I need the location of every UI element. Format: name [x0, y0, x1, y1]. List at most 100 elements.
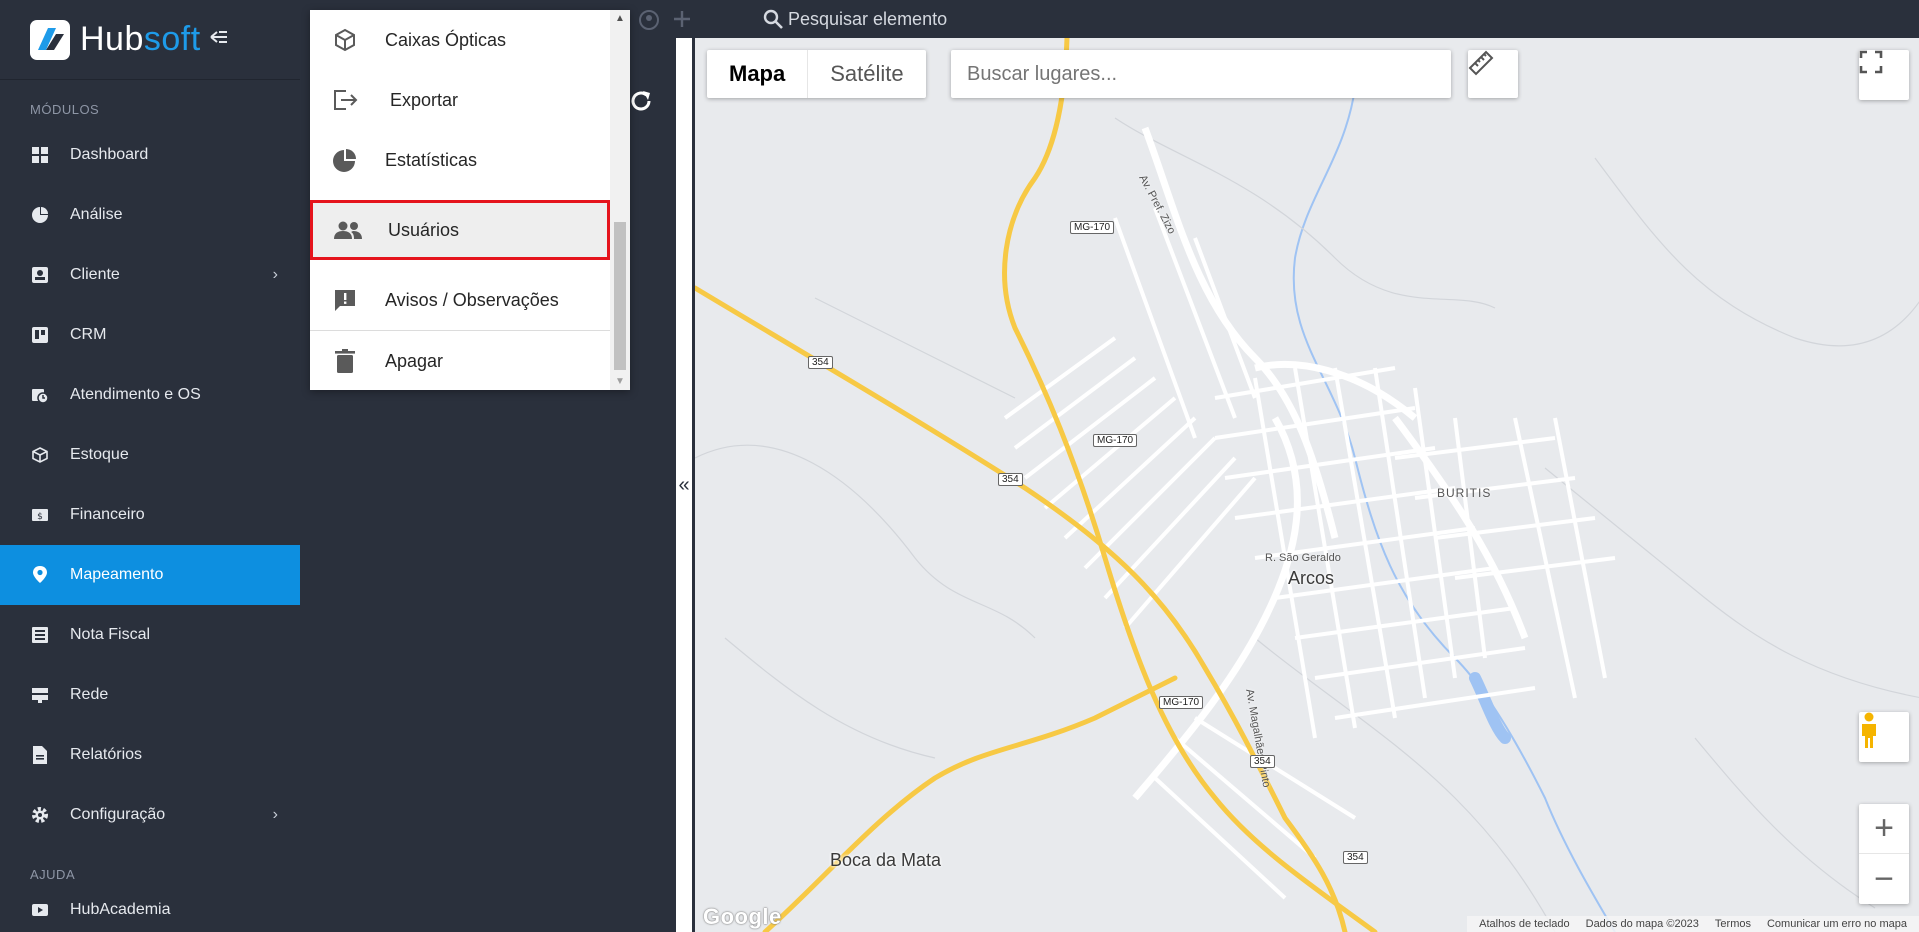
menu-item-avisos[interactable]: Avisos / Observações — [310, 270, 610, 330]
map-label-district: BURITIS — [1437, 486, 1492, 500]
brand-header: Hubsoft — [0, 0, 300, 80]
scroll-down-arrow-icon[interactable]: ▼ — [615, 376, 625, 387]
sidebar-item-label: Análise — [70, 206, 123, 223]
zoom-out-button[interactable]: − — [1859, 854, 1909, 904]
map-type-map-button[interactable]: Mapa — [707, 50, 809, 98]
scrollbar-thumb[interactable] — [614, 222, 626, 370]
google-logo[interactable]: Google — [703, 904, 782, 930]
menu-item-label: Apagar — [385, 350, 444, 371]
sidebar-item-label: Dashboard — [70, 146, 149, 163]
hubsoft-logo[interactable] — [30, 19, 70, 60]
money-bill-icon: $ — [30, 505, 50, 525]
help-section-label: AJUDA — [30, 867, 76, 882]
zoom-in-button[interactable]: + — [1859, 804, 1909, 854]
sidebar-item-mapeamento[interactable]: Mapeamento — [0, 545, 300, 605]
sidebar-item-label: Cliente — [70, 266, 120, 283]
trash-icon — [330, 346, 360, 376]
road-shield: MG-170 — [1159, 696, 1204, 709]
fullscreen-button[interactable] — [1859, 50, 1909, 100]
element-search[interactable]: Pesquisar elemento — [762, 0, 947, 38]
sidebar-item-label: Mapeamento — [70, 566, 164, 583]
brand-name-part1: Hub — [80, 20, 144, 58]
sidebar-item-label: Relatórios — [70, 746, 143, 763]
map-marker-outline-icon[interactable] — [638, 9, 660, 37]
cube-outline-icon — [330, 25, 360, 55]
svg-text:$: $ — [37, 512, 43, 522]
map-street-label: R. São Geraldo — [1265, 552, 1341, 564]
keyboard-shortcuts-link[interactable]: Atalhos de teclado — [1479, 918, 1570, 930]
users-icon — [333, 215, 363, 245]
menu-item-apagar[interactable]: Apagar — [310, 331, 610, 390]
sidebar-item-label: Rede — [70, 686, 109, 703]
sidebar-item-crm[interactable]: CRM — [0, 305, 300, 365]
menu-item-label: Avisos / Observações — [385, 289, 559, 310]
pie-chart-icon — [330, 145, 360, 175]
chevron-right-icon: › — [272, 266, 278, 283]
street-view-pegman-button[interactable] — [1859, 712, 1909, 762]
map-type-satellite-button[interactable]: Satélite — [808, 50, 925, 98]
sidebar-item-label: Financeiro — [70, 506, 145, 523]
menu-scrollbar[interactable]: ▲ ▼ — [610, 10, 630, 390]
measure-distance-button[interactable] — [1468, 50, 1518, 98]
sidebar-item-label: Configuração — [70, 806, 166, 823]
road-shield: 354 — [1250, 755, 1275, 768]
pie-chart-icon — [30, 205, 50, 225]
sidebar-item-label: Estoque — [70, 446, 129, 463]
dashboard-icon — [30, 145, 50, 165]
sidebar-item-atendimento[interactable]: Atendimento e OS — [0, 365, 300, 425]
report-error-link[interactable]: Comunicar um erro no mapa — [1767, 918, 1907, 930]
sidebar-item-estoque[interactable]: Estoque — [0, 425, 300, 485]
scroll-up-arrow-icon[interactable]: ▲ — [615, 13, 625, 24]
sidebar-item-rede[interactable]: Rede — [0, 665, 300, 725]
video-icon — [30, 900, 50, 920]
element-search-placeholder: Pesquisar elemento — [788, 8, 948, 29]
sidebar-item-dashboard[interactable]: Dashboard — [0, 125, 300, 185]
menu-item-caixas-opticas[interactable]: Caixas Ópticas — [310, 10, 610, 70]
menu-item-label: Exportar — [385, 89, 459, 110]
brand-name-part2: soft — [143, 20, 201, 58]
menu-item-estatisticas[interactable]: Estatísticas — [310, 130, 610, 190]
sidebar-item-financeiro[interactable]: $ Financeiro — [0, 485, 300, 545]
sidebar-item-analise[interactable]: Análise — [0, 185, 300, 245]
calendar-clock-icon — [30, 385, 50, 405]
search-icon — [763, 9, 783, 29]
map-type-control: Mapa Satélite — [707, 50, 926, 98]
trello-board-icon — [30, 325, 50, 345]
export-icon — [330, 85, 360, 115]
collapse-panel-toggle[interactable]: « — [676, 38, 692, 932]
modules-section-label: MÓDULOS — [30, 102, 100, 117]
server-icon — [30, 685, 50, 705]
sidebar-item-hubacademia[interactable]: HubAcademia — [0, 890, 300, 930]
options-dropdown-menu: Caixas Ópticas Exportar Estatísticas Usu… — [310, 10, 630, 390]
terms-link[interactable]: Termos — [1715, 918, 1751, 930]
road-shield: MG-170 — [1070, 221, 1115, 234]
sidebar-item-cliente[interactable]: Cliente › — [0, 245, 300, 305]
refresh-icon[interactable] — [628, 88, 654, 121]
alert-message-icon — [330, 285, 360, 315]
brand-name: Hubsoft — [80, 20, 201, 59]
map-label-city: Arcos — [1288, 568, 1335, 588]
sidebar-item-label: HubAcademia — [70, 901, 171, 918]
sidebar-item-label: CRM — [70, 326, 107, 343]
add-icon[interactable] — [672, 9, 692, 35]
menu-item-exportar[interactable]: Exportar — [310, 70, 610, 130]
google-map[interactable]: Mapa Satélite + − Arcos Boca da Mata BUR… — [692, 38, 1919, 932]
sidebar-item-relatorios[interactable]: Relatórios — [0, 725, 300, 785]
zoom-control: + − — [1859, 804, 1909, 904]
map-data-credit: Dados do mapa ©2023 — [1585, 918, 1699, 930]
map-pin-icon — [30, 565, 50, 585]
menu-item-usuarios[interactable]: Usuários — [310, 200, 610, 260]
sidebar-item-configuracao[interactable]: Configuração › — [0, 785, 300, 845]
menu-item-label: Estatísticas — [385, 149, 478, 170]
sidebar-item-nota-fiscal[interactable]: Nota Fiscal — [0, 605, 300, 665]
road-shield: 354 — [1343, 851, 1368, 864]
map-roads-layer — [695, 38, 1919, 932]
report-file-icon — [30, 745, 50, 765]
places-search-input[interactable] — [951, 50, 1451, 98]
gear-icon — [30, 805, 50, 825]
contact-card-icon — [30, 265, 50, 285]
road-shield: 354 — [808, 356, 833, 369]
sidebar-item-label: Atendimento e OS — [70, 386, 201, 403]
road-shield: 354 — [998, 473, 1023, 486]
collapse-sidebar-icon[interactable] — [209, 28, 229, 51]
